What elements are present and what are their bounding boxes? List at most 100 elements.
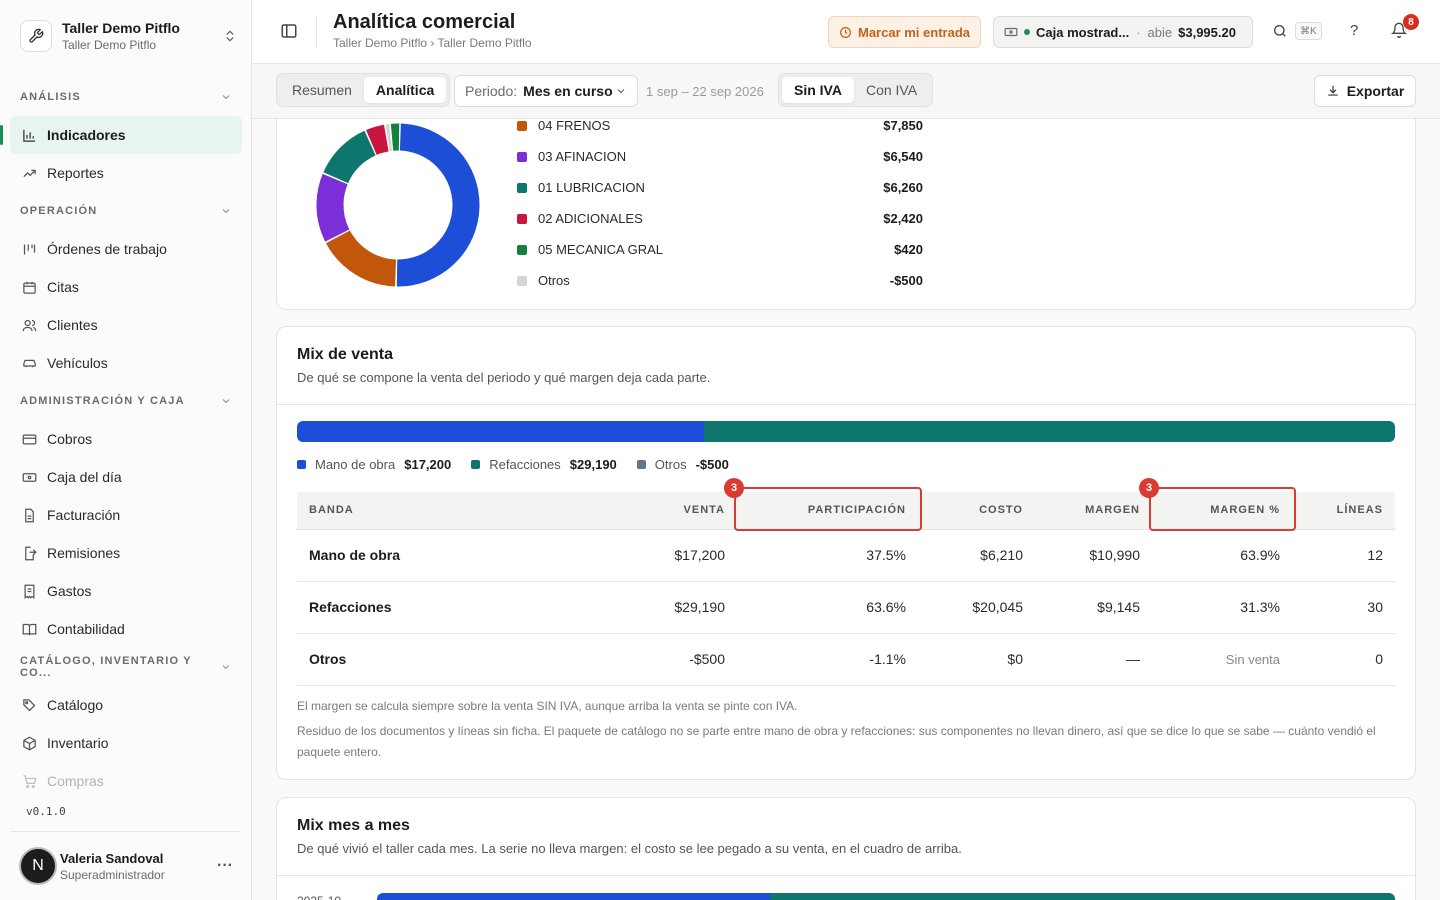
breadcrumb[interactable]: Taller Demo Pitflo › Taller Demo Pitflo bbox=[333, 36, 532, 50]
column-header[interactable]: VENTA bbox=[577, 492, 737, 530]
nav-section-label: OPERACIÓN bbox=[20, 205, 98, 217]
clock-in-button[interactable]: Marcar mi entrada bbox=[828, 16, 981, 48]
legend-name: 02 ADICIONALES bbox=[538, 211, 643, 226]
sidebar-item-label: Cobros bbox=[47, 431, 93, 447]
sidebar-item-ordenes[interactable]: Órdenes de trabajo bbox=[10, 230, 242, 268]
card-divider bbox=[277, 404, 1415, 405]
nav-section-label: ANÁLISIS bbox=[20, 91, 81, 103]
clock-icon bbox=[839, 26, 852, 39]
cell-venta: -$500 bbox=[577, 633, 737, 686]
cash-register-status[interactable]: Caja mostrad... · abie $3,995.20 bbox=[993, 16, 1253, 48]
sidebar-item-inventario[interactable]: Inventario bbox=[10, 724, 242, 762]
nav-section-administracion[interactable]: ADMINISTRACIÓN Y CAJA bbox=[10, 382, 242, 420]
nav-section-analisis[interactable]: ANÁLISIS bbox=[10, 78, 242, 116]
search-shortcut: ⌘K bbox=[1295, 22, 1322, 40]
export-button[interactable]: Exportar bbox=[1314, 75, 1416, 107]
sidebar-toggle-icon[interactable] bbox=[280, 22, 300, 42]
sidebar-item-clientes[interactable]: Clientes bbox=[10, 306, 242, 344]
card-subtitle: De qué se compone la venta del periodo y… bbox=[297, 370, 711, 385]
category-donut-chart bbox=[316, 123, 480, 287]
chevron-down-icon bbox=[615, 85, 627, 97]
car-icon bbox=[20, 354, 38, 372]
sidebar-item-citas[interactable]: Citas bbox=[10, 268, 242, 306]
cell-band: Refacciones bbox=[297, 581, 577, 634]
legend-swatch bbox=[471, 460, 481, 469]
sidebar-item-label: Caja del día bbox=[47, 469, 122, 485]
sidebar-item-facturacion[interactable]: Facturación bbox=[10, 496, 242, 534]
nav-section-operacion[interactable]: OPERACIÓN bbox=[10, 192, 242, 230]
sidebar-item-remisiones[interactable]: Remisiones bbox=[10, 534, 242, 572]
legend-name: 03 AFINACION bbox=[538, 149, 627, 164]
highlight-margen-pct bbox=[1149, 487, 1296, 531]
legend-amount: $420 bbox=[894, 242, 923, 257]
search-icon[interactable] bbox=[1272, 23, 1288, 42]
legend-name: 05 MECANICA GRAL bbox=[538, 242, 663, 257]
file-text-icon bbox=[20, 506, 38, 524]
sidebar-item-reportes[interactable]: Reportes bbox=[10, 154, 242, 192]
tab-con-iva[interactable]: Con IVA bbox=[854, 77, 929, 103]
sidebar-item-compras[interactable]: Compras bbox=[10, 762, 242, 800]
sidebar-item-caja[interactable]: Caja del día bbox=[10, 458, 242, 496]
status-dot bbox=[1024, 29, 1030, 35]
sidebar-item-catalogo[interactable]: Catálogo bbox=[10, 686, 242, 724]
table-row: Mano de obra $17,200 37.5% $6,210 $10,99… bbox=[297, 529, 1395, 582]
card-subtitle: De qué vivió el taller cada mes. La seri… bbox=[297, 841, 962, 856]
tab-analitica[interactable]: Analítica bbox=[363, 77, 447, 103]
app-version: v0.1.0 bbox=[26, 805, 66, 818]
legend-swatch bbox=[517, 151, 527, 162]
legend-amount: $2,420 bbox=[883, 211, 923, 226]
cell-lineas: 30 bbox=[1292, 581, 1395, 634]
user-menu[interactable]: N Valeria Sandoval Superadministrador ··… bbox=[10, 831, 240, 900]
cash-register-state: abie bbox=[1147, 24, 1173, 40]
chevron-down-icon bbox=[222, 95, 230, 100]
nav-section-label: ADMINISTRACIÓN Y CAJA bbox=[20, 395, 185, 407]
legend-name: 01 LUBRICACION bbox=[538, 180, 645, 195]
cart-icon bbox=[20, 772, 38, 790]
legend-amount: $7,850 bbox=[883, 119, 923, 133]
user-role: Superadministrador bbox=[60, 867, 165, 882]
sales-mix-legend: Mano de obra $17,200 Refacciones $29,190… bbox=[297, 457, 749, 472]
help-button[interactable]: ? bbox=[1350, 22, 1358, 39]
legend-name: Otros bbox=[538, 273, 570, 288]
cell-participacion: 37.5% bbox=[737, 529, 918, 582]
org-switcher[interactable]: Taller Demo Pitflo Taller Demo Pitflo bbox=[20, 17, 238, 55]
view-switch: Resumen Analítica bbox=[276, 73, 451, 107]
legend-swatch bbox=[517, 244, 527, 255]
sidebar-item-indicadores[interactable]: Indicadores bbox=[0, 116, 242, 154]
sidebar-item-gastos[interactable]: Gastos bbox=[10, 572, 242, 610]
mix-bar-segment-parts bbox=[769, 893, 1395, 900]
tab-resumen[interactable]: Resumen bbox=[280, 77, 364, 103]
legend-swatch bbox=[517, 120, 527, 131]
sidebar-item-vehiculos[interactable]: Vehículos bbox=[10, 344, 242, 382]
table-row: Refacciones $29,190 63.6% $20,045 $9,145… bbox=[297, 581, 1395, 634]
sales-mix-bar bbox=[297, 421, 1395, 442]
nav-section-catalogo[interactable]: CATÁLOGO, INVENTARIO Y CO... bbox=[10, 648, 242, 686]
bar-chart-icon bbox=[20, 126, 38, 144]
sidebar-item-cobros[interactable]: Cobros bbox=[10, 420, 242, 458]
main-content: 04 FRENOS $7,850 03 AFINACION $6,540 01 … bbox=[252, 119, 1440, 900]
tab-sin-iva[interactable]: Sin IVA bbox=[782, 77, 854, 103]
legend-swatch bbox=[636, 460, 646, 469]
sidebar-item-label: Contabilidad bbox=[47, 621, 125, 637]
card-title: Mix de venta bbox=[297, 346, 394, 363]
cell-participacion: 63.6% bbox=[737, 581, 918, 634]
more-horizontal-icon[interactable]: ··· bbox=[210, 857, 240, 875]
period-select[interactable]: Periodo: Mes en curso bbox=[454, 75, 638, 107]
legend-name: Mano de obra bbox=[315, 457, 396, 472]
column-header[interactable]: COSTO bbox=[918, 492, 1035, 530]
sidebar-item-contabilidad[interactable]: Contabilidad bbox=[10, 610, 242, 648]
column-header[interactable]: MARGEN bbox=[1035, 492, 1152, 530]
legend-amount: $17,200 bbox=[404, 457, 452, 472]
cell-band: Otros bbox=[297, 633, 577, 686]
user-name: Valeria Sandoval bbox=[60, 850, 164, 866]
sidebar: Taller Demo Pitflo Taller Demo Pitflo AN… bbox=[0, 0, 252, 900]
column-header[interactable]: LÍNEAS bbox=[1292, 492, 1395, 530]
trending-up-icon bbox=[20, 164, 38, 182]
export-label: Exportar bbox=[1346, 83, 1405, 99]
cell-lineas: 12 bbox=[1292, 529, 1395, 582]
sidebar-item-label: Catálogo bbox=[47, 697, 104, 713]
period-label: Periodo: bbox=[465, 83, 518, 99]
column-header[interactable]: BANDA bbox=[297, 492, 577, 530]
file-output-icon bbox=[20, 544, 38, 562]
sidebar-item-label: Citas bbox=[47, 279, 79, 295]
